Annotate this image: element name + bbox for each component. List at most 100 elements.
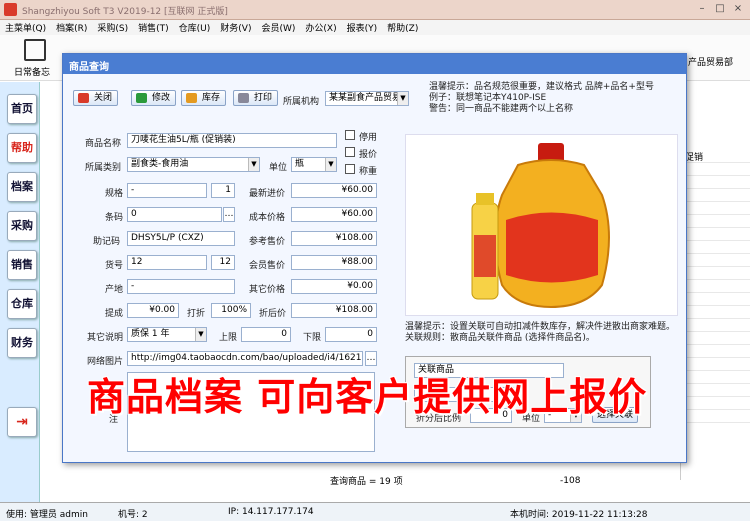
app-title: Shangzhiyou Soft T3 V2019-12 [互联网 正式版] [22, 7, 228, 17]
tip-line-3: 警告：同一商品不能建两个以上名称 [429, 104, 574, 114]
latest-price-label: 最新进价 [249, 189, 286, 199]
print-button[interactable]: 打印 [233, 90, 279, 106]
origin-label: 产地 [105, 285, 124, 295]
net-image-more-button[interactable]: … [365, 351, 377, 366]
menu-purchase[interactable]: 采购(S) [92, 20, 133, 35]
status-time: 本机时间: 2019-11-22 11:13:28 [510, 510, 648, 520]
printer-icon [238, 93, 249, 103]
spec-field[interactable]: - [127, 183, 207, 198]
left-nav: 首页 帮助 档案 采购 销售 仓库 财务 ⇥ [0, 82, 40, 502]
latest-price-field[interactable]: ¥60.00 [291, 183, 377, 198]
nav-sales[interactable]: 销售 [7, 250, 37, 280]
unit-select[interactable]: 瓶 ▼ [291, 157, 337, 172]
product-image [405, 134, 678, 316]
category-label: 所属类别 [85, 163, 122, 173]
mnemonic-field[interactable]: DHSY5L/P (CXZ) [127, 231, 235, 246]
barcode-label: 条码 [105, 213, 124, 223]
menu-warehouse[interactable]: 仓库(U) [174, 20, 216, 35]
weigh-label: 称重 [359, 167, 378, 177]
other-price-label: 其它价格 [249, 285, 286, 295]
quote-label: 报价 [359, 150, 378, 160]
assoc-tip: 温馨提示：设置关联可自动扣减件数库存，解决件进散出商家难题。关联规则：散商品关联… [405, 322, 676, 343]
origin-field[interactable]: - [127, 279, 235, 294]
oil-bottle-picture [471, 143, 610, 309]
weigh-checkbox[interactable] [345, 164, 355, 174]
chevron-down-icon: ▼ [325, 158, 336, 171]
barcode-field[interactable]: 0 [127, 207, 222, 222]
toolbar-org-label: 产品贸易部 [688, 58, 734, 68]
spec-qty-field[interactable]: 1 [211, 183, 235, 198]
ref-price-field[interactable]: ¥108.00 [291, 231, 377, 246]
nav-finance[interactable]: 财务 [7, 328, 37, 358]
memo-icon[interactable] [24, 39, 46, 61]
lower-limit-label: 下限 [303, 333, 322, 343]
org-select[interactable]: 某某副食产品贸易部 ▼ [325, 91, 409, 106]
close-button[interactable]: 关闭 [73, 90, 119, 106]
menu-archive[interactable]: 档案(R) [51, 20, 92, 35]
nav-archive[interactable]: 档案 [7, 172, 37, 202]
disabled-checkbox[interactable] [345, 130, 355, 140]
ref-price-label: 参考售价 [249, 237, 286, 247]
grid-cell-value: -108 [560, 476, 581, 486]
member-price-field[interactable]: ¥88.00 [291, 255, 377, 270]
stock-icon [186, 93, 197, 103]
net-image-field[interactable]: http://img04.taobaocdn.com/bao/uploaded/… [127, 351, 363, 366]
name-field[interactable]: 刀唛花生油5L/瓶 (促销装) [127, 133, 337, 148]
menu-main[interactable]: 主菜单(Q) [0, 20, 51, 35]
minimize-icon[interactable]: – [694, 2, 710, 16]
upper-limit-label: 上限 [219, 333, 238, 343]
chevron-down-icon: ▼ [195, 328, 206, 341]
stock-button[interactable]: 库存 [181, 90, 227, 106]
spec-label: 规格 [105, 189, 124, 199]
toolbar-memo-label: 日常备忘 [14, 68, 51, 78]
menu-sales[interactable]: 销售(T) [133, 20, 174, 35]
title-bar: Shangzhiyou Soft T3 V2019-12 [互联网 正式版] –… [0, 0, 750, 20]
maximize-icon[interactable]: □ [712, 2, 728, 16]
app-logo-icon [4, 3, 17, 16]
cost-price-label: 成本价格 [249, 213, 286, 223]
other-price-field[interactable]: ¥0.00 [291, 279, 377, 294]
status-bar: 使用: 管理员 admin 机号: 2 IP: 14.117.177.174 本… [0, 502, 750, 521]
upper-limit-field[interactable]: 0 [241, 327, 291, 342]
edit-button[interactable]: 修改 [131, 90, 177, 106]
menu-report[interactable]: 报表(Y) [342, 20, 383, 35]
discount-price-field[interactable]: ¥108.00 [291, 303, 377, 318]
chevron-down-icon: ▼ [397, 92, 408, 105]
cost-price-field[interactable]: ¥60.00 [291, 207, 377, 222]
product-query-dialog: 商品查询 关闭 修改 库存 打印 所属机构 某某副食产品贸易部 ▼ 温馨提示：品名… [62, 53, 687, 463]
menu-help[interactable]: 帮助(Z) [382, 20, 423, 35]
menu-office[interactable]: 办公(X) [300, 20, 341, 35]
quote-checkbox[interactable] [345, 147, 355, 157]
barcode-more-button[interactable]: … [223, 207, 235, 222]
close-icon[interactable]: × [730, 2, 746, 16]
close-icon [78, 93, 89, 103]
nav-help[interactable]: 帮助 [7, 133, 37, 163]
member-price-label: 会员售价 [249, 261, 286, 271]
org-label: 所属机构 [283, 97, 320, 107]
tip-line-2: 例子：联想笔记本Y410P-ISE [429, 93, 547, 103]
chevron-down-icon: ▼ [248, 158, 259, 171]
name-label: 商品名称 [85, 139, 122, 149]
nav-purchase[interactable]: 采购 [7, 211, 37, 241]
status-ip: IP: 14.117.177.174 [228, 507, 314, 517]
menu-member[interactable]: 会员(W) [256, 20, 300, 35]
itemno-field[interactable]: 12 [127, 255, 207, 270]
commission-field[interactable]: ¥0.00 [127, 303, 179, 318]
nav-home[interactable]: 首页 [7, 94, 37, 124]
discount-label: 打折 [187, 309, 206, 319]
itemno-label: 货号 [105, 261, 124, 271]
status-user: 使用: 管理员 admin [6, 510, 88, 520]
exit-icon[interactable]: ⇥ [7, 407, 37, 437]
discount-field[interactable]: 100% [211, 303, 251, 318]
itemno-qty-field[interactable]: 12 [211, 255, 235, 270]
lower-limit-field[interactable]: 0 [325, 327, 377, 342]
menu-finance[interactable]: 财务(V) [215, 20, 256, 35]
menu-bar: 主菜单(Q) 档案(R) 采购(S) 销售(T) 仓库(U) 财务(V) 会员(W) 办公(X… [0, 20, 750, 35]
nav-warehouse[interactable]: 仓库 [7, 289, 37, 319]
unit-label: 单位 [269, 163, 288, 173]
check-icon [136, 93, 147, 103]
background-grid: 促销 [680, 150, 750, 480]
category-select[interactable]: 副食类-食用油 ▼ [127, 157, 260, 172]
other-info-select[interactable]: 质保 1 年 ▼ [127, 327, 207, 342]
mnemonic-label: 助记码 [93, 237, 121, 247]
